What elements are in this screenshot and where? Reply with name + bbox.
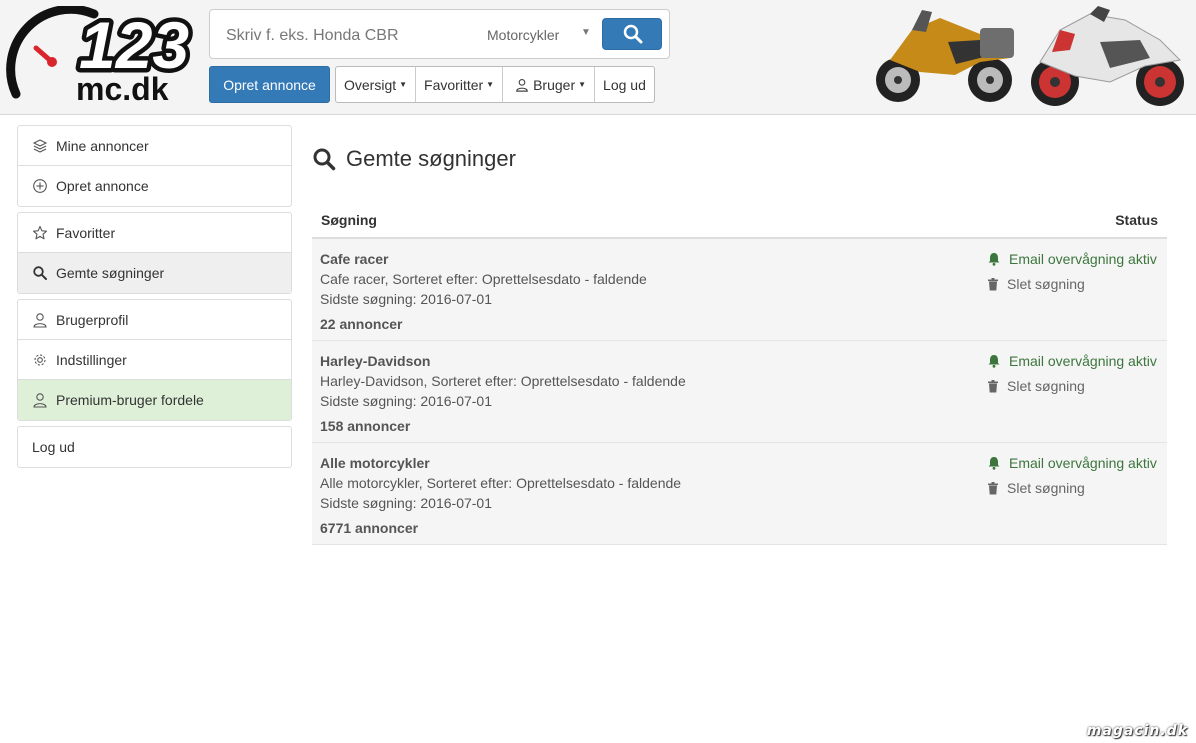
nav-overview-button[interactable]: Oversigt ▼ [336, 67, 417, 102]
caret-down-icon: ▼ [486, 80, 495, 89]
sidebar-item-settings[interactable]: Indstillinger [18, 340, 291, 380]
email-monitoring-toggle[interactable]: Email overvågning aktiv [987, 353, 1157, 369]
table-row: Cafe racer Cafe racer, Sorteret efter: O… [312, 239, 1167, 341]
table-header: Søgning Status [312, 205, 1167, 239]
layers-icon [32, 138, 48, 153]
user-icon [33, 312, 47, 328]
search-description: Harley-Davidson, Sorteret efter: Oprette… [320, 373, 686, 389]
listing-count: 22 annoncer [320, 316, 403, 332]
nav-favorites-button[interactable]: Favoritter ▼ [416, 67, 504, 102]
gear-icon [34, 353, 46, 366]
nav-logout-button[interactable]: Log ud [595, 67, 654, 102]
listing-count: 6771 annoncer [320, 520, 419, 536]
user-nav: Oversigt ▼ Favoritter ▼ Bruger ▼ Log ud [335, 66, 655, 103]
site-logo[interactable]: 123 123 mc.dk [4, 6, 199, 106]
trash-icon [988, 379, 998, 392]
caret-down-icon: ▼ [581, 27, 591, 38]
email-monitoring-toggle[interactable]: Email overvågning aktiv [987, 251, 1157, 267]
caret-down-icon: ▼ [578, 80, 587, 89]
sidebar-item-premium-benefits[interactable]: Premium-bruger fordele [18, 380, 291, 420]
sidebar-group-logout: Log ud [17, 426, 292, 468]
user-icon [33, 393, 47, 408]
bell-icon [988, 457, 1000, 470]
table-row: Harley-Davidson Harley-Davidson, Sortere… [312, 341, 1167, 443]
watermark: magacin.dk [1086, 723, 1188, 739]
motorcycles-banner-image [876, 6, 1184, 106]
column-header-status: Status [1115, 212, 1158, 228]
sidebar: Mine annoncer Opret annonce Favoritter G… [17, 125, 292, 473]
delete-search-button[interactable]: Slet søgning [987, 378, 1085, 394]
search-icon [33, 266, 47, 280]
sidebar-item-user-profile[interactable]: Brugerprofil [18, 300, 291, 340]
caret-down-icon: ▼ [399, 80, 408, 89]
delete-search-button[interactable]: Slet søgning [987, 276, 1085, 292]
sidebar-group-listings: Mine annoncer Opret annonce [17, 125, 292, 207]
page-title: Gemte søgninger [312, 143, 516, 175]
logo-domain: mc.dk [76, 71, 169, 106]
search-title[interactable]: Cafe racer [320, 251, 389, 267]
trash-icon [988, 481, 998, 494]
last-search-date: Sidste søgning: 2016-07-01 [320, 291, 492, 307]
user-icon [516, 78, 528, 92]
sidebar-group-saved: Favoritter Gemte søgninger [17, 212, 292, 294]
site-header: 123 123 mc.dk Motorcykler ▼ Opret annonc… [0, 0, 1196, 115]
search-description: Alle motorcykler, Sorteret efter: Oprett… [320, 475, 682, 491]
last-search-date: Sidste søgning: 2016-07-01 [320, 495, 492, 511]
sidebar-group-account: Brugerprofil Indstillinger Premium-bruge… [17, 299, 292, 421]
column-header-search: Søgning [321, 212, 377, 228]
listing-count: 158 annoncer [320, 418, 411, 434]
search-input[interactable] [224, 22, 478, 50]
search-title[interactable]: Alle motorcykler [320, 455, 430, 471]
search-box: Motorcykler ▼ [209, 9, 670, 59]
search-title[interactable]: Harley-Davidson [320, 353, 430, 369]
nav-user-button[interactable]: Bruger ▼ [503, 67, 596, 102]
search-icon [313, 148, 336, 171]
sidebar-item-favorites[interactable]: Favoritter [18, 213, 291, 253]
search-icon [623, 24, 643, 44]
sidebar-item-saved-searches[interactable]: Gemte søgninger [18, 253, 291, 293]
search-button[interactable] [602, 18, 662, 50]
last-search-date: Sidste søgning: 2016-07-01 [320, 393, 492, 409]
sidebar-item-create-listing[interactable]: Opret annonce [18, 166, 291, 206]
sidebar-item-logout[interactable]: Log ud [18, 427, 291, 467]
bell-icon [988, 253, 1000, 266]
plus-circle-icon [33, 179, 47, 193]
star-icon [32, 225, 48, 239]
create-listing-button[interactable]: Opret annonce [209, 66, 330, 103]
delete-search-button[interactable]: Slet søgning [987, 480, 1085, 496]
table-row: Alle motorcykler Alle motorcykler, Sorte… [312, 443, 1167, 545]
sidebar-item-my-listings[interactable]: Mine annoncer [18, 126, 291, 166]
trash-icon [988, 277, 998, 290]
search-description: Cafe racer, Sorteret efter: Oprettelsesd… [320, 271, 647, 287]
bell-icon [988, 355, 1000, 368]
email-monitoring-toggle[interactable]: Email overvågning aktiv [987, 455, 1157, 471]
